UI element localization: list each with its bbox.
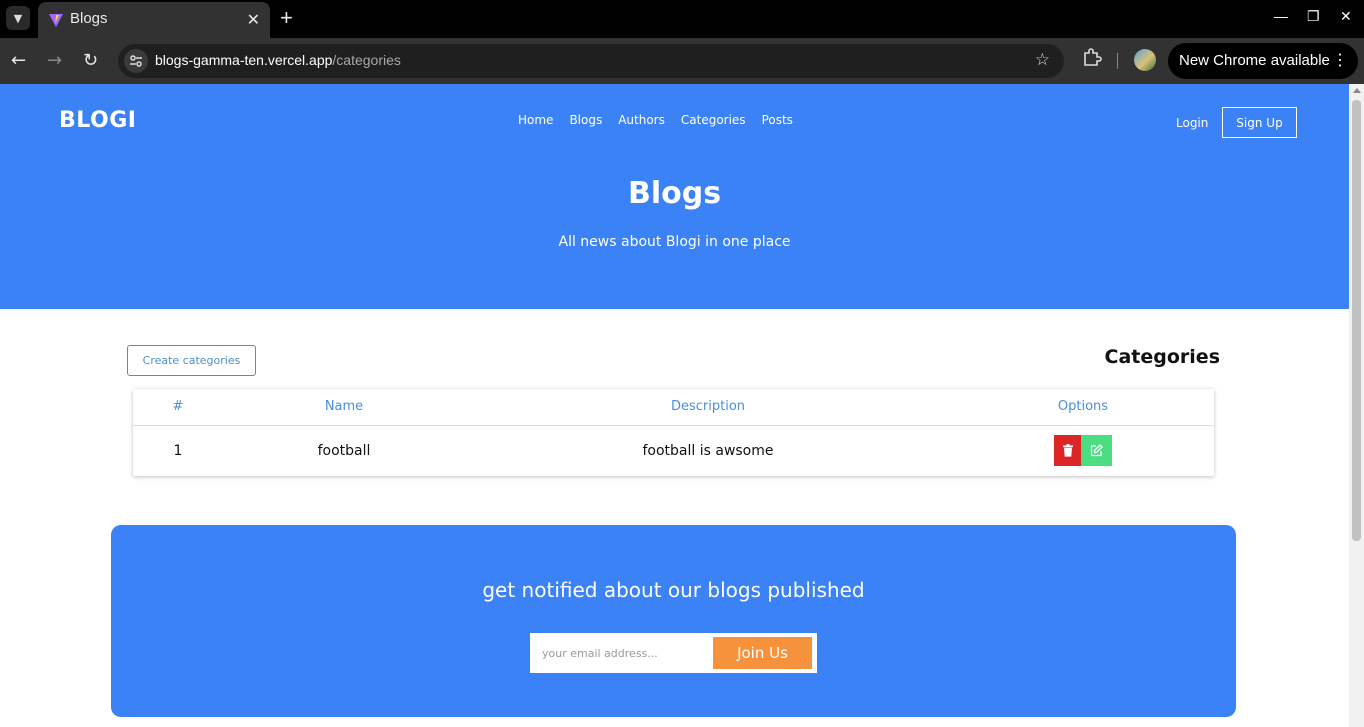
more-menu-icon[interactable]: ⋮	[1332, 50, 1348, 70]
minimize-icon[interactable]: —	[1274, 8, 1288, 24]
table-divider	[133, 425, 1214, 426]
edit-button[interactable]	[1081, 435, 1112, 466]
window-close-icon[interactable]: ✕	[1340, 8, 1352, 25]
reload-icon[interactable]: ↻	[83, 50, 98, 71]
cell-id: 1	[173, 443, 183, 459]
nav-authors[interactable]: Authors	[618, 113, 665, 127]
forward-arrow-icon[interactable]: →	[47, 50, 62, 71]
cell-name: football	[317, 443, 371, 459]
address-bar[interactable]: blogs-gamma-ten.vercel.app/categories ☆	[118, 44, 1064, 78]
join-us-button[interactable]: Join Us	[713, 637, 812, 669]
scroll-thumb[interactable]	[1352, 100, 1361, 541]
nav-posts[interactable]: Posts	[762, 113, 793, 127]
categories-table: # Name Description Options 1 football fo…	[133, 389, 1214, 476]
page-scrollbar[interactable]	[1349, 84, 1364, 727]
site-info-icon[interactable]	[124, 49, 148, 73]
column-header-description: Description	[670, 399, 746, 414]
url-path: /categories	[332, 52, 401, 68]
main-nav: Home Blogs Authors Categories Posts	[518, 113, 809, 127]
column-header-options: Options	[1057, 399, 1109, 414]
hero-header: BLOGI Home Blogs Authors Categories Post…	[0, 84, 1349, 309]
browser-tab-bar: ▼ Blogs ✕ + — ❐ ✕	[0, 0, 1364, 38]
profile-avatar[interactable]	[1134, 49, 1156, 71]
login-link[interactable]: Login	[1176, 116, 1208, 130]
browser-tab[interactable]: Blogs ✕	[38, 2, 270, 38]
tab-close-icon[interactable]: ✕	[247, 10, 260, 29]
delete-button[interactable]	[1054, 435, 1081, 466]
email-input[interactable]	[534, 637, 710, 669]
column-header-name: Name	[324, 399, 364, 414]
toolbar-separator	[1117, 53, 1118, 69]
column-header-number: #	[172, 399, 184, 414]
hero-subtitle: All news about Blogi in one place	[558, 234, 791, 250]
signup-button[interactable]: Sign Up	[1222, 107, 1297, 138]
bookmark-star-icon[interactable]: ☆	[1035, 50, 1050, 70]
tab-title: Blogs	[70, 10, 108, 27]
page-viewport: BLOGI Home Blogs Authors Categories Post…	[0, 84, 1364, 727]
hero-title: Blogs	[627, 176, 722, 211]
trash-icon	[1062, 444, 1073, 457]
cell-description: football is awsome	[642, 443, 774, 459]
tab-search-button[interactable]: ▼	[6, 6, 30, 30]
restore-icon[interactable]: ❐	[1307, 8, 1320, 25]
chrome-update-button[interactable]: New Chrome available ⋮	[1168, 43, 1358, 79]
categories-title: Categories	[1104, 346, 1220, 368]
browser-toolbar: ← → ↻ blogs-gamma-ten.vercel.app/categor…	[0, 38, 1364, 84]
vite-logo-icon	[49, 14, 63, 27]
subscribe-title: get notified about our blogs published	[482, 578, 865, 602]
url-host: blogs-gamma-ten.vercel.app	[155, 52, 333, 68]
url-text: blogs-gamma-ten.vercel.app/categories	[155, 52, 401, 68]
new-tab-button[interactable]: +	[280, 5, 293, 31]
nav-home[interactable]: Home	[518, 113, 553, 127]
scroll-up-arrow-icon[interactable]	[1353, 88, 1361, 93]
nav-categories[interactable]: Categories	[681, 113, 746, 127]
back-arrow-icon[interactable]: ←	[11, 50, 26, 71]
subscribe-banner: get notified about our blogs published J…	[111, 525, 1236, 717]
nav-blogs[interactable]: Blogs	[569, 113, 602, 127]
chrome-update-label: New Chrome available	[1179, 52, 1330, 69]
create-categories-button[interactable]: Create categories	[127, 345, 256, 376]
edit-icon	[1090, 444, 1103, 457]
brand-logo[interactable]: BLOGI	[59, 108, 136, 133]
extensions-icon[interactable]	[1082, 47, 1102, 67]
subscribe-form: Join Us	[530, 633, 817, 673]
